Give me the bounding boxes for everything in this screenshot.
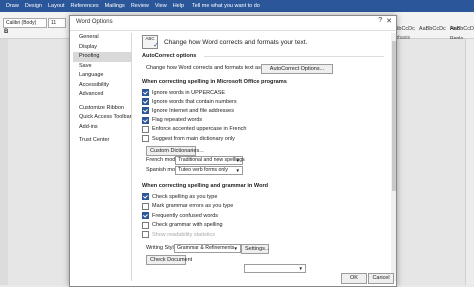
office-section-title: When correcting spelling in Microsoft Of… — [142, 79, 287, 85]
ribbon-tab-bar: Draw Design Layout References Mailings Review… — [0, 0, 474, 12]
sidebar-item-advanced[interactable]: Advanced — [73, 90, 131, 100]
dialog-title: Word Options — [76, 19, 113, 25]
option-label: Mark grammar errors as you type — [152, 203, 234, 210]
help-icon[interactable]: ? — [378, 17, 382, 25]
option-checkbox-row[interactable]: Suggest from main dictionary only — [142, 135, 235, 142]
option-checkbox-row[interactable]: Enforce accented uppercase in French — [142, 125, 247, 133]
options-sidebar: General Display Proofing Save Language Access… — [73, 33, 132, 281]
font-name-box[interactable]: Calibri (Body) — [3, 18, 47, 28]
editing-command[interactable]: Find — [450, 24, 474, 34]
option-checkbox-row[interactable]: Check spelling as you type — [142, 193, 217, 200]
scroll-thumb[interactable] — [391, 41, 396, 191]
option-label: Enforce accented uppercase in French — [152, 126, 247, 133]
chevron-down-icon: ▼ — [235, 158, 240, 163]
option-label: Check spelling as you type — [152, 193, 218, 200]
option-label: Ignore Internet and file addresses — [152, 107, 234, 114]
word-section-title: When correcting spelling and grammar in … — [142, 183, 269, 189]
autocorrect-options-button[interactable]: AutoCorrect Options... — [261, 64, 333, 74]
checkbox-empty-icon[interactable] — [142, 125, 149, 133]
ribbon-tab[interactable]: Mailings — [105, 3, 125, 9]
option-checkbox-row[interactable]: Check grammar with spelling — [142, 221, 223, 229]
option-label: Frequently confused words — [152, 212, 219, 219]
option-checkbox-row[interactable]: Flag repeated words — [142, 116, 203, 124]
chevron-down-icon: ▼ — [235, 168, 240, 173]
checkbox-empty-icon[interactable] — [142, 221, 149, 229]
style-swatch[interactable]: AaBbCcDc — [419, 26, 446, 32]
section-divider — [204, 56, 384, 57]
panel-header-text: Change how Word corrects and formats you… — [164, 38, 308, 46]
option-checkbox-row[interactable]: Ignore Internet and file addresses — [142, 107, 234, 115]
option-label: Show readability statistics — [152, 231, 215, 238]
checkbox-checked-icon[interactable] — [142, 107, 149, 115]
ribbon-tab[interactable]: Layout — [48, 3, 65, 9]
autocorrect-section-title: AutoCorrect options — [142, 53, 197, 59]
option-label: Suggest from main dictionary only — [152, 135, 235, 142]
sidebar-item-proofing[interactable]: Proofing — [73, 52, 131, 62]
french-modes-select[interactable]: Traditional and new spellings ▼ — [175, 156, 245, 165]
ribbon-tab[interactable]: Review — [131, 3, 149, 9]
dialog-scrollbar[interactable] — [391, 33, 396, 281]
font-size-box[interactable]: 11 — [48, 18, 66, 28]
settings-button[interactable]: Settings... — [241, 244, 269, 254]
abc-check-icon: ABC ✓ — [142, 35, 159, 49]
chevron-down-icon: ▼ — [298, 266, 303, 271]
checkbox-empty-icon[interactable] — [142, 202, 149, 210]
exceptions-select[interactable]: ▼ — [244, 264, 306, 273]
word-options-dialog: Word Options ? ✕ General Display Proofing S… — [69, 15, 397, 287]
document-scrollbar[interactable] — [465, 39, 474, 285]
checkbox-empty-icon[interactable] — [142, 135, 149, 142]
option-checkbox-row: Show readability statistics — [142, 231, 215, 239]
sidebar-item-customize-ribbon[interactable]: Customize Ribbon — [73, 104, 131, 114]
checkbox-checked-icon[interactable] — [142, 89, 149, 96]
sidebar-item-quick-access-toolbar[interactable]: Quick Access Toolbar — [73, 113, 131, 123]
sidebar-item-language[interactable]: Language — [73, 71, 131, 81]
option-checkbox-row[interactable]: Ignore words in UPPERCASE — [142, 89, 225, 96]
sidebar-item-display[interactable]: Display — [73, 43, 131, 53]
ribbon-tab[interactable]: Help — [173, 3, 184, 9]
ribbon-tab[interactable]: References — [70, 3, 98, 9]
checkbox-checked-icon[interactable] — [142, 212, 149, 220]
close-icon[interactable]: ✕ — [386, 17, 392, 25]
abc-icon-text: ABC — [145, 36, 155, 41]
option-checkbox-row[interactable]: Mark grammar errors as you type — [142, 202, 234, 210]
checkbox-checked-icon[interactable] — [142, 193, 149, 200]
vertical-ruler — [0, 39, 8, 285]
option-checkbox-row[interactable]: Ignore words that contain numbers — [142, 98, 237, 106]
sidebar-item-add-ins[interactable]: Add-ins — [73, 123, 131, 133]
checkbox-checked-icon[interactable] — [142, 98, 149, 106]
option-checkbox-row[interactable]: Frequently confused words — [142, 212, 219, 220]
spanish-modes-select[interactable]: Tuteo verb forms only ▼ — [175, 166, 243, 175]
spanish-modes-value: Tuteo verb forms only — [178, 167, 228, 173]
option-label: Ignore words in UPPERCASE — [152, 89, 226, 96]
bold-button[interactable]: B — [4, 29, 8, 35]
sidebar-item-accessibility[interactable]: Accessibility — [73, 81, 131, 91]
option-label: Ignore words that contain numbers — [152, 98, 237, 105]
writing-style-select[interactable]: Grammar & Refinements ▼ — [174, 244, 241, 253]
ribbon-tab[interactable]: Draw — [6, 3, 19, 9]
dialog-titlebar: Word Options ? ✕ — [70, 16, 396, 31]
writing-style-value: Grammar & Refinements — [177, 245, 235, 251]
ribbon-tab[interactable]: View — [155, 3, 167, 9]
checkbox-empty-icon — [142, 231, 149, 239]
option-label: Check grammar with spelling — [152, 222, 223, 229]
ok-button[interactable]: OK — [341, 273, 367, 284]
checkbox-checked-icon[interactable] — [142, 116, 149, 124]
panel-header: ABC ✓ Change how Word corrects and forma… — [142, 35, 307, 49]
sidebar-item-general[interactable]: General — [73, 33, 131, 43]
custom-dictionaries-button[interactable]: Custom Dictionaries... — [146, 146, 204, 156]
proofing-panel: ABC ✓ Change how Word corrects and forma… — [134, 33, 392, 281]
sidebar-item-save[interactable]: Save — [73, 62, 131, 72]
cancel-button[interactable]: Cancel — [368, 273, 394, 284]
ribbon-tab[interactable]: Design — [25, 3, 42, 9]
check-document-button[interactable]: Check Document — [146, 255, 192, 265]
tell-me-box[interactable]: Tell me what you want to do — [192, 3, 260, 9]
sidebar-item-trust-center[interactable]: Trust Center — [73, 136, 131, 146]
option-label: Flag repeated words — [152, 117, 203, 124]
chevron-down-icon: ▼ — [233, 246, 238, 251]
